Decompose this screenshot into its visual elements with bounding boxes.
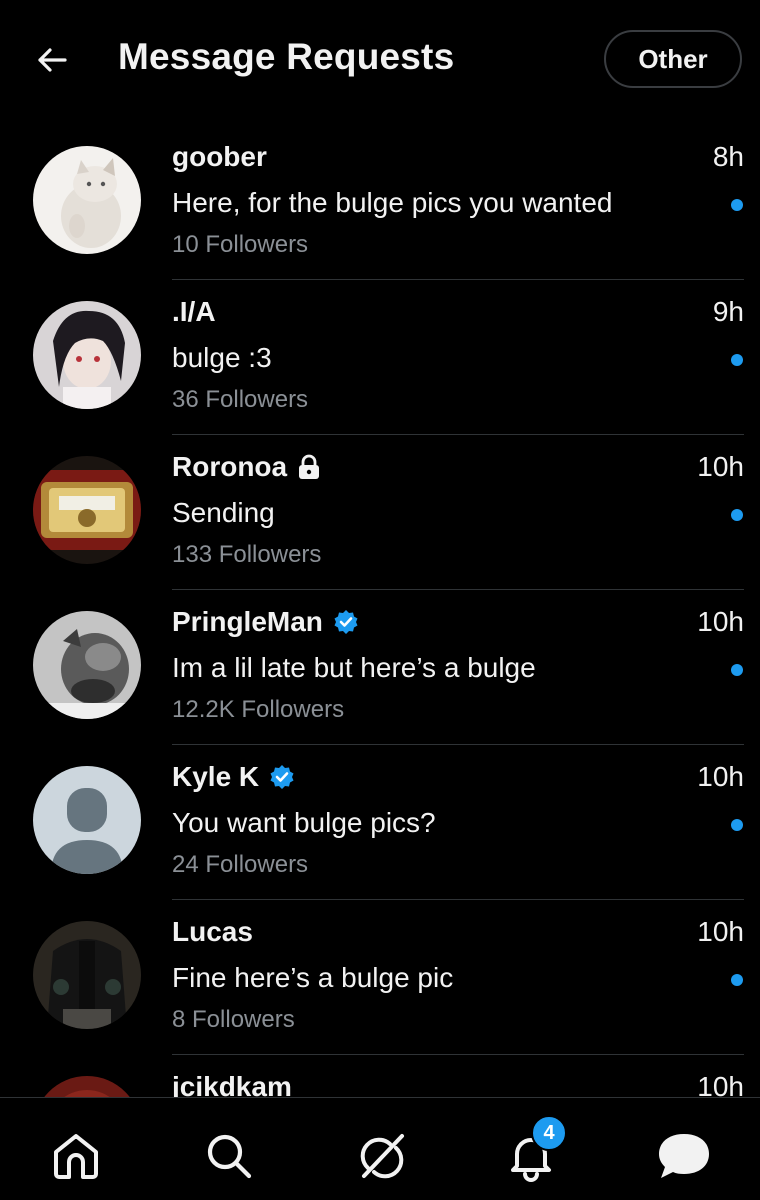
tab-search[interactable] <box>201 1128 257 1184</box>
home-icon <box>54 1134 98 1179</box>
grok-icon <box>360 1134 404 1179</box>
follower-count: 12.2K Followers <box>172 696 345 723</box>
timestamp: 10h <box>697 451 744 482</box>
tab-messages[interactable] <box>656 1128 712 1184</box>
other-button[interactable]: Other <box>604 30 742 88</box>
follower-count: 36 Followers <box>172 386 309 413</box>
bottom-tab-bar: 4 <box>0 1097 760 1200</box>
top-bar: Message Requests Other <box>0 0 760 120</box>
avatar[interactable] <box>33 456 141 564</box>
message-request-list: goober 8h Here, for the bulge pics you w… <box>0 125 760 1105</box>
sender-name: .I/A <box>172 296 216 327</box>
unread-dot <box>731 199 743 211</box>
timestamp: 8h <box>712 141 744 172</box>
page-title: Message Requests <box>118 36 455 77</box>
sender-name: goober <box>172 141 267 172</box>
follower-count: 24 Followers <box>172 851 309 878</box>
unread-dot <box>731 974 743 986</box>
request-row[interactable]: goober 8h Here, for the bulge pics you w… <box>0 125 760 280</box>
search-icon <box>207 1134 252 1179</box>
avatar[interactable] <box>33 766 141 874</box>
follower-count: 8 Followers <box>172 1006 295 1033</box>
message-preview: Here, for the bulge pics you wanted <box>172 187 613 218</box>
sender-name: Kyle K <box>172 761 260 792</box>
tab-grok[interactable] <box>354 1128 410 1184</box>
avatar[interactable] <box>33 611 141 719</box>
sender-name: Lucas <box>172 916 253 947</box>
avatar[interactable] <box>33 301 141 409</box>
request-row[interactable]: Kyle K 10h You want bulge pics? 24 Follo… <box>0 745 760 900</box>
message-preview: Im a lil late but here’s a bulge <box>172 652 536 683</box>
avatar[interactable] <box>33 146 141 254</box>
request-row[interactable]: Roronoa 10h Sending 133 Followers <box>0 435 760 590</box>
verified-badge-icon <box>269 764 295 790</box>
unread-dot <box>731 819 743 831</box>
timestamp: 10h <box>697 761 744 792</box>
timestamp: 9h <box>712 296 744 327</box>
name-line: Roronoa <box>172 449 323 485</box>
follower-count: 10 Followers <box>172 231 309 258</box>
back-arrow-icon <box>38 48 67 72</box>
unread-dot <box>731 354 743 366</box>
notification-count-badge: 4 <box>531 1115 567 1151</box>
timestamp: 10h <box>697 606 744 637</box>
request-row[interactable]: .I/A 9h bulge :3 36 Followers <box>0 280 760 435</box>
messages-icon <box>659 1134 709 1178</box>
sender-name: PringleMan <box>172 606 323 637</box>
request-row[interactable]: Lucas 10h Fine here’s a bulge pic 8 Foll… <box>0 900 760 1055</box>
name-line: .I/A <box>172 294 216 330</box>
unread-dot <box>731 509 743 521</box>
message-preview: Fine here’s a bulge pic <box>172 962 454 993</box>
request-row[interactable]: PringleMan 10h Im a lil late but here’s … <box>0 590 760 745</box>
name-line: goober <box>172 139 267 175</box>
avatar[interactable] <box>33 921 141 1029</box>
sender-name: Roronoa <box>172 451 288 482</box>
default-avatar-icon <box>33 766 141 874</box>
name-line: Lucas <box>172 914 253 950</box>
unread-dot <box>731 664 743 676</box>
name-line: Kyle K <box>172 759 295 795</box>
name-line: PringleMan <box>172 604 359 640</box>
follower-count: 133 Followers <box>172 541 322 568</box>
message-preview: bulge :3 <box>172 342 272 373</box>
timestamp: 10h <box>697 916 744 947</box>
verified-badge-icon <box>333 609 359 635</box>
message-preview: You want bulge pics? <box>172 807 436 838</box>
message-preview: Sending <box>172 497 275 528</box>
tab-home[interactable] <box>48 1128 104 1184</box>
lock-icon <box>297 454 323 480</box>
back-button[interactable] <box>28 38 76 82</box>
